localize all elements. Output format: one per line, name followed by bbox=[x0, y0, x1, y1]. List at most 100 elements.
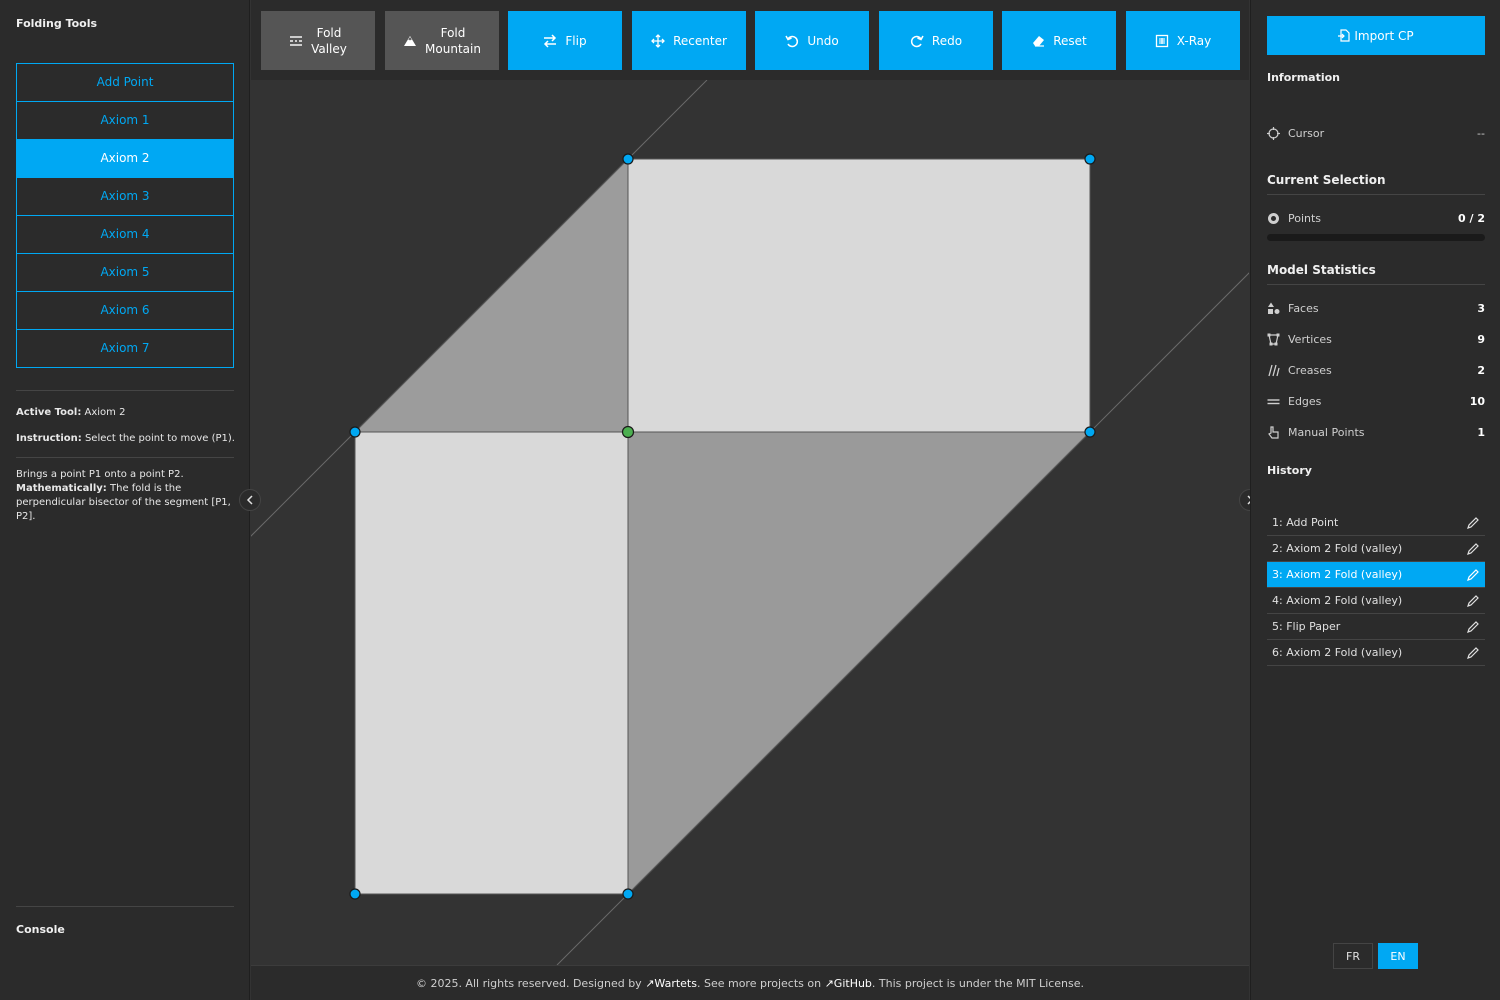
github-link-text: GitHub bbox=[833, 977, 872, 990]
redo-icon bbox=[910, 35, 924, 47]
tool-axiom-2[interactable]: Axiom 2 bbox=[16, 139, 234, 178]
mountain-icon bbox=[404, 35, 417, 46]
console-title: Console bbox=[16, 923, 65, 936]
import-cp-button[interactable]: Import CP bbox=[1267, 16, 1485, 55]
vertex-point[interactable] bbox=[622, 888, 634, 900]
history-list: 1: Add Point 2: Axiom 2 Fold (valley) 3:… bbox=[1267, 510, 1485, 666]
stat-value: 2 bbox=[1477, 363, 1485, 377]
import-cp-label: Import CP bbox=[1354, 28, 1414, 43]
instruction-label: Instruction: bbox=[16, 433, 82, 444]
left-panel: Folding Tools Add Point Axiom 1 Axiom 2 … bbox=[0, 0, 250, 1000]
tool-add-point[interactable]: Add Point bbox=[16, 63, 234, 102]
divider bbox=[16, 906, 234, 907]
footer-text: © 2025. All rights reserved. Designed by bbox=[415, 977, 646, 990]
vertex-point[interactable] bbox=[1084, 153, 1096, 165]
stat-edges: Edges 10 bbox=[1267, 393, 1485, 409]
pencil-icon[interactable] bbox=[1466, 646, 1480, 660]
lang-en-button[interactable]: EN bbox=[1378, 943, 1418, 969]
pointer-hand-icon bbox=[1268, 425, 1279, 439]
history-item[interactable]: 2: Axiom 2 Fold (valley) bbox=[1267, 536, 1485, 562]
stat-value: 10 bbox=[1469, 394, 1485, 408]
github-link[interactable]: ↗GitHub bbox=[825, 977, 872, 990]
pencil-icon[interactable] bbox=[1466, 568, 1480, 582]
points-value: 0 / 2 bbox=[1458, 211, 1485, 225]
flip-button[interactable]: Flip bbox=[508, 11, 622, 70]
stat-creases: Creases 2 bbox=[1267, 362, 1485, 378]
fold-mountain-button[interactable]: Fold Mountain bbox=[385, 11, 499, 70]
history-title: History bbox=[1267, 464, 1312, 477]
tool-axiom-3[interactable]: Axiom 3 bbox=[16, 177, 234, 216]
points-label: Points bbox=[1288, 211, 1322, 225]
xray-button[interactable]: X-Ray bbox=[1126, 11, 1240, 70]
lang-fr-button[interactable]: FR bbox=[1333, 943, 1373, 969]
history-item[interactable]: 1: Add Point bbox=[1267, 510, 1485, 536]
cursor-row: Cursor -- bbox=[1267, 125, 1485, 141]
valley-fold-icon bbox=[290, 35, 303, 46]
reset-label: Reset bbox=[1053, 33, 1087, 48]
history-item-active[interactable]: 3: Axiom 2 Fold (valley) bbox=[1267, 562, 1485, 588]
tool-description: Brings a point P1 onto a point P2. Mathe… bbox=[16, 468, 234, 524]
stat-value: 3 bbox=[1477, 301, 1485, 315]
redo-button[interactable]: Redo bbox=[879, 11, 993, 70]
chevron-left-icon bbox=[246, 495, 253, 505]
paper-model[interactable] bbox=[251, 80, 1249, 965]
tool-axiom-4[interactable]: Axiom 4 bbox=[16, 215, 234, 254]
tool-axiom-5[interactable]: Axiom 5 bbox=[16, 253, 234, 292]
collapse-left-button[interactable] bbox=[239, 489, 261, 511]
pencil-icon[interactable] bbox=[1466, 594, 1480, 608]
author-link[interactable]: ↗Wartets bbox=[645, 977, 697, 990]
vertex-point[interactable] bbox=[1084, 426, 1096, 438]
pencil-icon[interactable] bbox=[1466, 542, 1480, 556]
paper-face-back[interactable] bbox=[353, 157, 629, 433]
fold-valley-button[interactable]: Fold Valley bbox=[261, 11, 375, 70]
vertex-point[interactable] bbox=[349, 888, 361, 900]
instruction-line: Instruction: Select the point to move (P… bbox=[16, 433, 236, 444]
shapes-icon bbox=[1268, 302, 1280, 314]
swap-arrows-icon bbox=[544, 33, 557, 48]
tool-axiom-1[interactable]: Axiom 1 bbox=[16, 101, 234, 140]
history-item-label: 3: Axiom 2 Fold (valley) bbox=[1272, 568, 1403, 581]
history-item[interactable]: 6: Axiom 2 Fold (valley) bbox=[1267, 640, 1485, 666]
history-item-label: 6: Axiom 2 Fold (valley) bbox=[1272, 646, 1403, 659]
target-dot-icon bbox=[1268, 212, 1279, 224]
history-item[interactable]: 4: Axiom 2 Fold (valley) bbox=[1267, 588, 1485, 614]
tool-axiom-7[interactable]: Axiom 7 bbox=[16, 329, 234, 368]
instruction-value: Select the point to move (P1). bbox=[84, 433, 235, 444]
current-selection-title: Current Selection bbox=[1267, 173, 1386, 187]
history-item-label: 4: Axiom 2 Fold (valley) bbox=[1272, 594, 1403, 607]
toolbar: Fold Valley Fold Mountain Flip Recenter … bbox=[251, 0, 1249, 80]
divider bbox=[16, 457, 234, 458]
stat-value: 1 bbox=[1477, 425, 1485, 439]
tool-axiom-6[interactable]: Axiom 6 bbox=[16, 291, 234, 330]
footer-text: . This project is under the MIT License. bbox=[871, 977, 1085, 990]
divider bbox=[1267, 194, 1485, 195]
paper-face-front[interactable] bbox=[354, 431, 629, 895]
undo-button[interactable]: Undo bbox=[755, 11, 869, 70]
footer-text: . See more projects on bbox=[696, 977, 825, 990]
points-row: Points 0 / 2 bbox=[1267, 210, 1485, 226]
recenter-button[interactable]: Recenter bbox=[632, 11, 746, 70]
reset-button[interactable]: Reset bbox=[1002, 11, 1116, 70]
move-arrows-icon bbox=[651, 33, 666, 48]
paper-face-front[interactable] bbox=[627, 158, 1091, 433]
pencil-icon[interactable] bbox=[1466, 620, 1480, 634]
history-item-label: 2: Axiom 2 Fold (valley) bbox=[1272, 542, 1403, 555]
stat-label: Manual Points bbox=[1288, 425, 1365, 439]
footer: © 2025. All rights reserved. Designed by… bbox=[251, 965, 1249, 1000]
history-item[interactable]: 5: Flip Paper bbox=[1267, 614, 1485, 640]
manual-point[interactable] bbox=[621, 425, 635, 439]
folding-canvas[interactable] bbox=[251, 80, 1249, 965]
stat-vertices: Vertices 9 bbox=[1267, 331, 1485, 347]
vertex-point[interactable] bbox=[349, 426, 361, 438]
panel-title: Folding Tools bbox=[16, 17, 98, 30]
pencil-icon[interactable] bbox=[1466, 516, 1480, 530]
stat-faces: Faces 3 bbox=[1267, 300, 1485, 316]
xray-icon bbox=[1155, 34, 1168, 47]
undo-label: Undo bbox=[807, 33, 839, 48]
history-item-label: 5: Flip Paper bbox=[1272, 620, 1341, 633]
crosshair-icon bbox=[1267, 126, 1280, 140]
stat-label: Faces bbox=[1288, 301, 1319, 315]
information-title: Information bbox=[1267, 71, 1340, 84]
paper-face-back[interactable] bbox=[627, 431, 1092, 896]
vertex-point[interactable] bbox=[622, 153, 634, 165]
